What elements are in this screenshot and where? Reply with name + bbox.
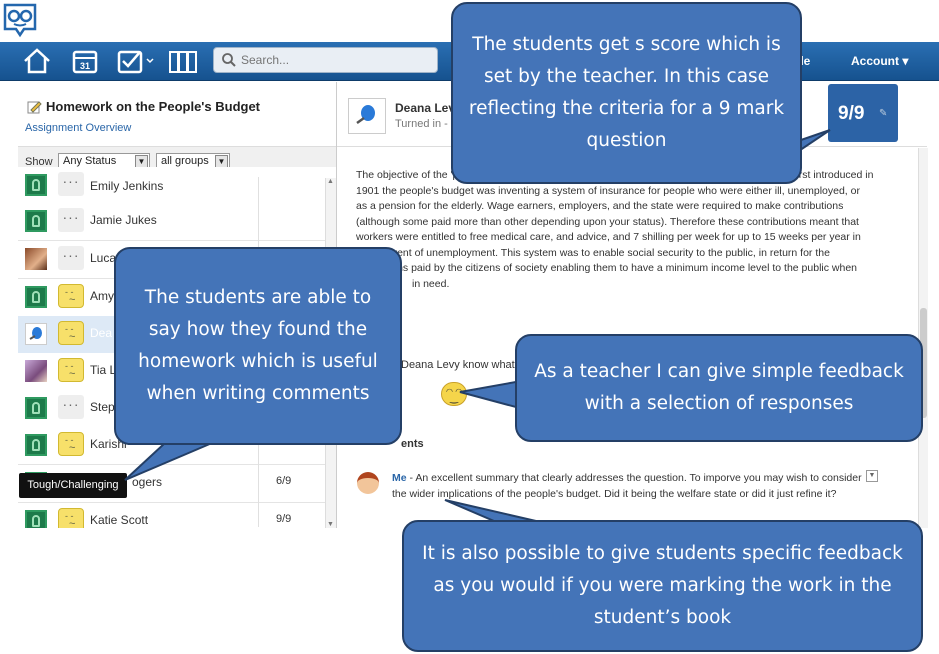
- specific-feedback-callout: It is also possible to give students spe…: [402, 520, 923, 652]
- score-callout: The students get s score which is set by…: [451, 2, 802, 184]
- teacher-feedback-callout: As a teacher I can give simple feedback …: [515, 334, 923, 442]
- specific-feedback-callout-text: It is also possible to give students spe…: [422, 543, 903, 628]
- student-feedback-callout-text: The students are able to say how they fo…: [138, 287, 378, 404]
- score-callout-text: The students get s score which is set by…: [468, 34, 785, 151]
- teacher-feedback-callout-text: As a teacher I can give simple feedback …: [534, 361, 904, 414]
- student-feedback-callout: The students are able to say how they fo…: [114, 247, 402, 445]
